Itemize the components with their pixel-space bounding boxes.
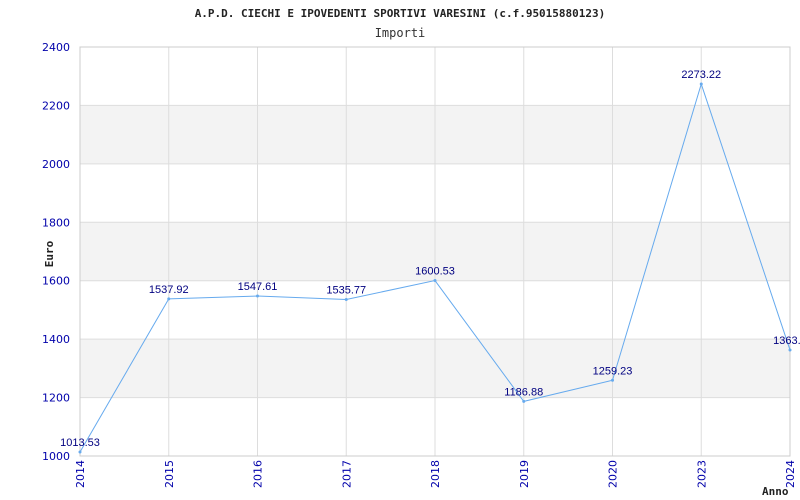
- x-tick-label: 2020: [607, 460, 620, 488]
- data-point: [611, 378, 614, 382]
- data-label: 1013.53: [60, 437, 100, 449]
- x-tick-label: 2018: [429, 460, 442, 488]
- data-point: [344, 297, 348, 301]
- y-tick-label: 2000: [42, 158, 70, 171]
- x-tick-label: 2014: [74, 460, 87, 488]
- x-tick-label: 2023: [695, 460, 708, 488]
- data-label: 1535.77: [326, 284, 366, 296]
- data-label: 1259.23: [593, 365, 633, 377]
- x-tick-label: 2017: [340, 460, 353, 488]
- data-point: [167, 297, 171, 301]
- data-label: 1363.0: [773, 335, 800, 347]
- data-point: [522, 399, 526, 403]
- y-tick-label: 1800: [42, 216, 70, 229]
- data-point: [788, 348, 792, 352]
- y-tick-label: 1200: [42, 392, 70, 405]
- y-axis-title: Euro: [43, 240, 56, 267]
- x-tick-label: 2019: [518, 460, 531, 488]
- chart-title: A.P.D. CIECHI E IPOVEDENTI SPORTIVI VARE…: [195, 7, 606, 20]
- x-tick-label: 2016: [252, 460, 265, 488]
- data-label: 2273.22: [681, 69, 721, 81]
- data-label: 1186.88: [504, 386, 543, 398]
- y-tick-label: 2400: [42, 41, 70, 54]
- x-axis-ticks: 2014 2015 2016 2017 2018 2019 2020 2023 2024: [74, 460, 797, 488]
- data-label: 1547.61: [238, 281, 278, 293]
- y-tick-label: 1000: [42, 450, 70, 463]
- line-chart: A.P.D. CIECHI E IPOVEDENTI SPORTIVI VARE…: [42, 7, 800, 498]
- y-tick-label: 1600: [42, 275, 70, 288]
- data-point: [433, 279, 437, 283]
- data-point: [78, 450, 82, 454]
- data-label: 1600.53: [415, 266, 455, 278]
- x-tick-label: 2024: [784, 460, 797, 488]
- chart-subtitle: Importi: [375, 26, 426, 40]
- data-point: [699, 82, 703, 86]
- x-tick-label: 2015: [163, 460, 176, 488]
- data-label: 1537.92: [149, 284, 189, 296]
- y-tick-label: 2200: [42, 99, 70, 112]
- data-point: [256, 294, 259, 298]
- y-tick-label: 1400: [42, 333, 70, 346]
